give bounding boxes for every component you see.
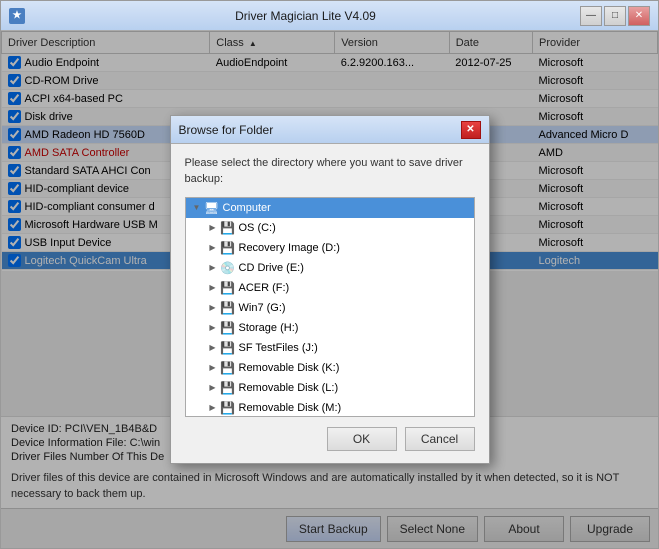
tree-item[interactable]: ▶💾Removable Disk (K:) — [186, 358, 474, 378]
tree-folder-icon: 💾 — [220, 381, 236, 395]
modal-title-bar: Browse for Folder ✕ — [171, 116, 489, 144]
tree-folder-icon: 💾 — [220, 281, 236, 295]
title-bar: ★ Driver Magician Lite V4.09 — □ ✕ — [1, 1, 658, 31]
window-controls: — □ ✕ — [580, 6, 650, 26]
app-icon: ★ — [9, 8, 25, 24]
close-button[interactable]: ✕ — [628, 6, 650, 26]
minimize-button[interactable]: — — [580, 6, 602, 26]
tree-item-label: Recovery Image (D:) — [239, 242, 340, 254]
tree-item-label: Removable Disk (K:) — [239, 362, 340, 374]
tree-item-label: Win7 (G:) — [239, 302, 286, 314]
maximize-button[interactable]: □ — [604, 6, 626, 26]
modal-close-button[interactable]: ✕ — [461, 121, 481, 139]
tree-expand-icon[interactable]: ▶ — [206, 321, 220, 335]
tree-folder-icon: 💾 — [220, 401, 236, 415]
tree-item-label: ACER (F:) — [239, 282, 290, 294]
tree-folder-icon: 💾 — [220, 361, 236, 375]
modal-title: Browse for Folder — [179, 123, 274, 137]
tree-folder-icon: 💿 — [220, 261, 236, 275]
tree-item-label: Removable Disk (L:) — [239, 382, 339, 394]
tree-item-label: Removable Disk (M:) — [239, 402, 342, 414]
tree-expand-icon[interactable]: ▶ — [206, 261, 220, 275]
tree-item-label: Storage (H:) — [239, 322, 299, 334]
tree-expand-icon[interactable]: ▶ — [206, 361, 220, 375]
main-window: ★ Driver Magician Lite V4.09 — □ ✕ Drive… — [0, 0, 659, 549]
modal-overlay: Browse for Folder ✕ Please select the di… — [1, 31, 658, 548]
modal-ok-button[interactable]: OK — [327, 427, 397, 451]
tree-folder-icon: 💾 — [220, 321, 236, 335]
tree-item-label: OS (C:) — [239, 222, 276, 234]
tree-folder-icon: 💾 — [220, 241, 236, 255]
tree-item-label: Computer — [223, 202, 271, 214]
tree-expand-icon[interactable]: ▶ — [206, 241, 220, 255]
main-content: Driver Description Class ▲ Version Date — [1, 31, 658, 548]
tree-expand-icon[interactable]: ▶ — [206, 301, 220, 315]
tree-item[interactable]: ▶💾ACER (F:) — [186, 278, 474, 298]
tree-expand-icon[interactable]: ▼ — [190, 201, 204, 215]
modal-cancel-button[interactable]: Cancel — [405, 427, 475, 451]
tree-item[interactable]: ▼🖥Computer — [186, 198, 474, 218]
tree-expand-icon[interactable]: ▶ — [206, 401, 220, 415]
tree-expand-icon[interactable]: ▶ — [206, 281, 220, 295]
tree-item[interactable]: ▶💾Removable Disk (L:) — [186, 378, 474, 398]
tree-item-label: SF TestFiles (J:) — [239, 342, 318, 354]
tree-folder-icon: 💾 — [220, 341, 236, 355]
tree-item[interactable]: ▶💾Recovery Image (D:) — [186, 238, 474, 258]
tree-item-label: CD Drive (E:) — [239, 262, 304, 274]
tree-expand-icon[interactable]: ▶ — [206, 221, 220, 235]
modal-buttons: OK Cancel — [185, 427, 475, 451]
modal-body: Please select the directory where you wa… — [171, 144, 489, 463]
tree-expand-icon[interactable]: ▶ — [206, 381, 220, 395]
tree-expand-icon[interactable]: ▶ — [206, 341, 220, 355]
tree-item[interactable]: ▶💾Win7 (G:) — [186, 298, 474, 318]
tree-item[interactable]: ▶💾Removable Disk (M:) — [186, 398, 474, 417]
window-title: Driver Magician Lite V4.09 — [31, 9, 580, 23]
tree-item[interactable]: ▶💿CD Drive (E:) — [186, 258, 474, 278]
tree-folder-icon: 🖥 — [204, 201, 220, 215]
tree-item[interactable]: ▶💾Storage (H:) — [186, 318, 474, 338]
folder-tree[interactable]: ▼🖥Computer▶💾OS (C:)▶💾Recovery Image (D:)… — [185, 197, 475, 417]
modal-description: Please select the directory where you wa… — [185, 156, 475, 187]
tree-item[interactable]: ▶💾OS (C:) — [186, 218, 474, 238]
browse-for-folder-dialog: Browse for Folder ✕ Please select the di… — [170, 115, 490, 464]
tree-item[interactable]: ▶💾SF TestFiles (J:) — [186, 338, 474, 358]
tree-folder-icon: 💾 — [220, 221, 236, 235]
tree-folder-icon: 💾 — [220, 301, 236, 315]
